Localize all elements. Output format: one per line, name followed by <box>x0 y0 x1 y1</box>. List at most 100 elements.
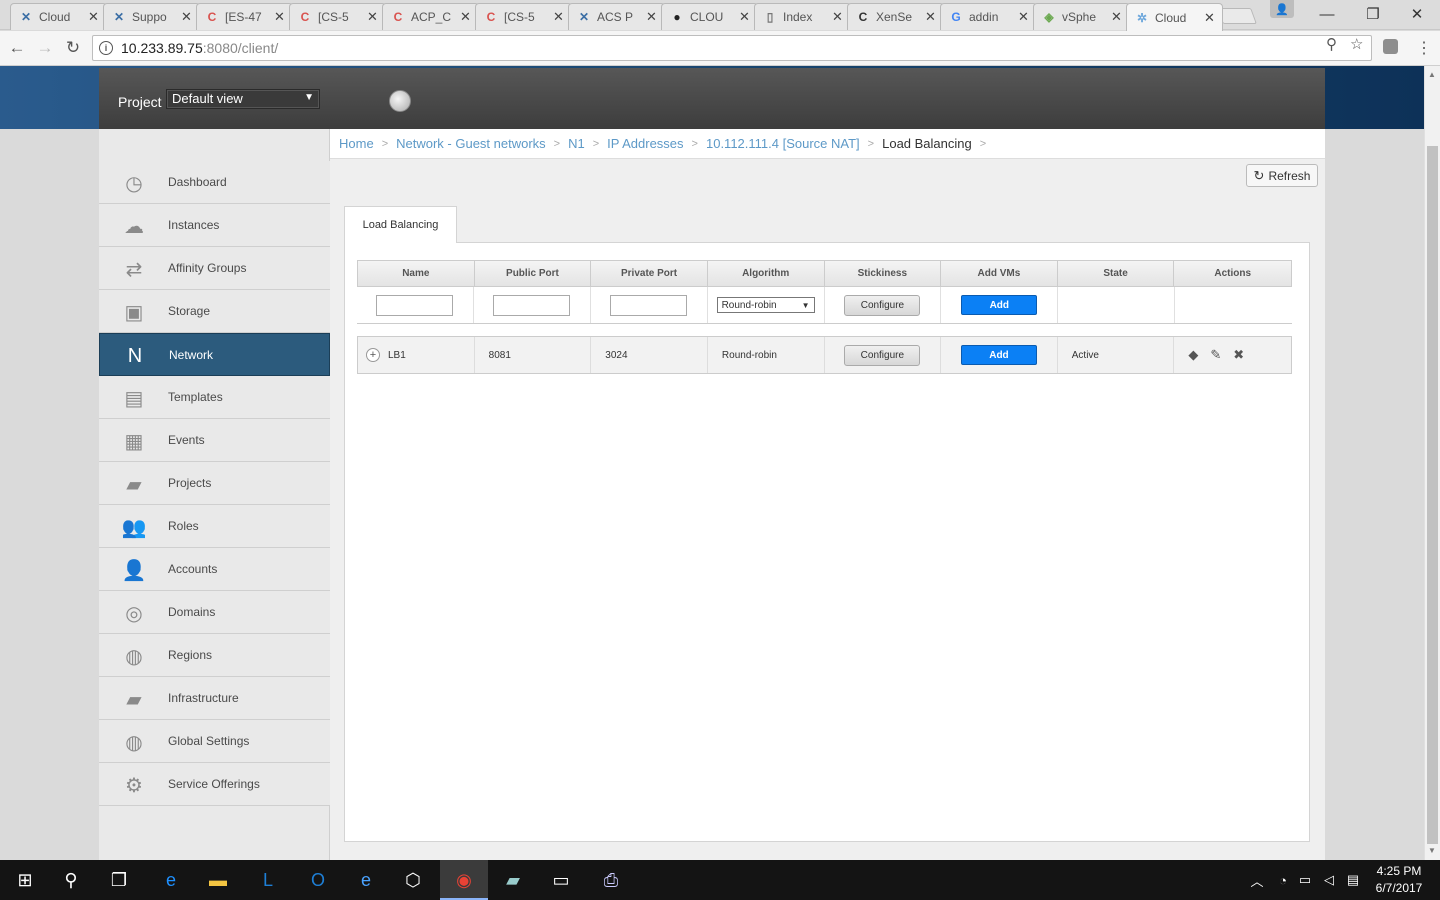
site-info-icon[interactable]: i <box>99 41 113 55</box>
scroll-up-icon[interactable]: ▲ <box>1428 70 1436 79</box>
browser-tab[interactable]: C [ES-47 ✕ <box>196 3 293 30</box>
notifications-icon[interactable]: ▤ <box>1340 868 1366 892</box>
chevron-up-icon[interactable]: ︿ <box>1244 868 1270 892</box>
maximize-icon[interactable]: ❐ <box>1350 0 1396 28</box>
close-tab-icon[interactable]: ✕ <box>646 9 658 25</box>
browser-tab[interactable]: ● CLOU ✕ <box>661 3 758 30</box>
browser-tab[interactable]: ✕ Cloud ✕ <box>10 3 107 30</box>
sidebar-item-events[interactable]: ▦ Events <box>99 419 330 462</box>
refresh-button[interactable]: ↻ Refresh <box>1246 164 1318 187</box>
close-tab-icon[interactable]: ✕ <box>367 9 379 25</box>
browser-tab[interactable]: Gaddin ✕ <box>940 3 1037 30</box>
project-select[interactable]: Default view ▼ <box>166 89 320 109</box>
expand-icon[interactable]: + <box>366 348 380 362</box>
internet-explorer-icon[interactable]: e <box>353 868 379 892</box>
taskbar-clock[interactable]: 4:25 PM 6/7/2017 <box>1370 863 1428 897</box>
close-tab-icon[interactable]: ✕ <box>1018 9 1030 25</box>
outlook-icon[interactable]: O <box>305 868 331 892</box>
minimize-icon[interactable]: — <box>1304 0 1350 28</box>
sidebar-item-accounts[interactable]: 👤 Accounts <box>99 548 330 591</box>
battery-icon[interactable]: ▭ <box>1292 868 1318 892</box>
scroll-down-icon[interactable]: ▼ <box>1428 846 1436 855</box>
browser-tab[interactable]: C [CS-5 ✕ <box>475 3 572 30</box>
browser-tab[interactable]: ◈ vSphe ✕ <box>1033 3 1130 30</box>
sidebar-item-network[interactable]: N Network <box>99 333 330 376</box>
sidebar-item-templates[interactable]: ▤ Templates <box>99 376 330 419</box>
search-icon[interactable]: ⚲ <box>58 868 84 892</box>
chrome-icon[interactable]: ◉ <box>451 868 477 892</box>
extension-icon[interactable] <box>1383 39 1398 54</box>
virtualbox-icon[interactable]: ⬡ <box>400 868 426 892</box>
close-window-icon[interactable]: ✕ <box>1394 0 1440 28</box>
bookmark-star-icon[interactable]: ☆ <box>1350 35 1363 53</box>
chrome-menu-icon[interactable]: ⋮ <box>1416 38 1432 58</box>
remote-desktop-icon[interactable]: ⎙ <box>598 868 624 892</box>
stickiness-configure-button[interactable]: Configure <box>844 294 921 316</box>
tab-load-balancing[interactable]: Load Balancing <box>344 206 457 243</box>
forward-icon[interactable]: → <box>34 37 56 59</box>
add-vms-button[interactable]: Add <box>960 345 1037 365</box>
volume-muted-icon[interactable]: ◁ <box>1316 868 1342 892</box>
delete-icon[interactable]: ✖ <box>1233 347 1244 363</box>
back-icon[interactable]: ← <box>6 37 28 59</box>
key-icon[interactable]: ⚲ <box>1326 35 1337 53</box>
close-tab-icon[interactable]: ✕ <box>1204 10 1216 26</box>
browser-tab[interactable]: ✕ Suppo ✕ <box>103 3 200 30</box>
breadcrumb-item[interactable]: Home <box>339 136 374 151</box>
browser-tab[interactable]: ✲ Cloud ✕ <box>1126 3 1223 31</box>
name-input[interactable] <box>376 294 454 316</box>
address-bar[interactable]: i 10.233.89.75:8080/client/ <box>92 35 1372 61</box>
breadcrumb-item[interactable]: N1 <box>568 136 585 151</box>
tag-icon[interactable]: ◆ <box>1188 347 1198 363</box>
sidebar-item-storage[interactable]: ▣ Storage <box>99 290 330 333</box>
public-port-input[interactable] <box>493 294 571 316</box>
edge-icon[interactable]: e <box>158 868 184 892</box>
file-explorer-icon[interactable]: ▬ <box>205 868 231 892</box>
browser-tab[interactable]: ▯ Index ✕ <box>754 3 851 30</box>
sidebar-item-infrastructure[interactable]: ▰ Infrastructure <box>99 677 330 720</box>
lync-icon[interactable]: L <box>255 868 281 892</box>
close-tab-icon[interactable]: ✕ <box>553 9 565 25</box>
close-tab-icon[interactable]: ✕ <box>181 9 193 25</box>
sidebar-item-label: Infrastructure <box>168 691 239 705</box>
algorithm-select[interactable]: Round-robin ▼ <box>716 297 815 313</box>
vertical-scrollbar[interactable]: ▲ ▼ <box>1424 66 1440 860</box>
browser-tab[interactable]: ✕ ACS P ✕ <box>568 3 665 30</box>
globe-icon[interactable] <box>389 90 411 112</box>
sidebar-item-instances[interactable]: ☁ Instances <box>99 204 330 247</box>
close-tab-icon[interactable]: ✕ <box>925 9 937 25</box>
breadcrumb-item[interactable]: IP Addresses <box>607 136 683 151</box>
close-tab-icon[interactable]: ✕ <box>460 9 472 25</box>
close-tab-icon[interactable]: ✕ <box>274 9 286 25</box>
vsphere-icon: ◈ <box>1044 10 1054 24</box>
sidebar-item-global-settings[interactable]: ◍ Global Settings <box>99 720 330 763</box>
reload-icon[interactable]: ↻ <box>62 37 84 59</box>
new-tab-button[interactable] <box>1217 8 1257 24</box>
sidebar-item-projects[interactable]: ▰ Projects <box>99 462 330 505</box>
sidebar-item-roles[interactable]: 👥 Roles <box>99 505 330 548</box>
sidebar-item-affinity-groups[interactable]: ⇄ Affinity Groups <box>99 247 330 290</box>
add-vms-button[interactable]: Add <box>961 295 1038 315</box>
profile-icon[interactable]: 👤 <box>1270 0 1294 18</box>
edit-icon[interactable]: ✎ <box>1210 347 1221 363</box>
sidebar-item-service-offerings[interactable]: ⚙ Service Offerings <box>99 763 330 806</box>
private-port-input[interactable] <box>610 294 688 316</box>
notes-icon[interactable]: ▰ <box>500 868 526 892</box>
task-view-icon[interactable]: ❐ <box>106 868 132 892</box>
terminal-icon[interactable]: ▭ <box>548 868 574 892</box>
sidebar-item-dashboard[interactable]: ◷ Dashboard <box>99 161 330 204</box>
browser-tab[interactable]: C XenSe ✕ <box>847 3 944 30</box>
breadcrumb-item[interactable]: 10.112.111.4 [Source NAT] <box>706 136 860 151</box>
scrollbar-thumb[interactable] <box>1427 146 1438 844</box>
close-tab-icon[interactable]: ✕ <box>88 9 100 25</box>
close-tab-icon[interactable]: ✕ <box>832 9 844 25</box>
sidebar-item-regions[interactable]: ◍ Regions <box>99 634 330 677</box>
browser-tab[interactable]: C [CS-5 ✕ <box>289 3 386 30</box>
windows-start-icon[interactable]: ⊞ <box>12 868 38 892</box>
sidebar-item-domains[interactable]: ◎ Domains <box>99 591 330 634</box>
breadcrumb-item[interactable]: Network - Guest networks <box>396 136 546 151</box>
browser-tab[interactable]: C ACP_C ✕ <box>382 3 479 30</box>
close-tab-icon[interactable]: ✕ <box>1111 9 1123 25</box>
close-tab-icon[interactable]: ✕ <box>739 9 751 25</box>
stickiness-configure-button[interactable]: Configure <box>844 344 921 366</box>
